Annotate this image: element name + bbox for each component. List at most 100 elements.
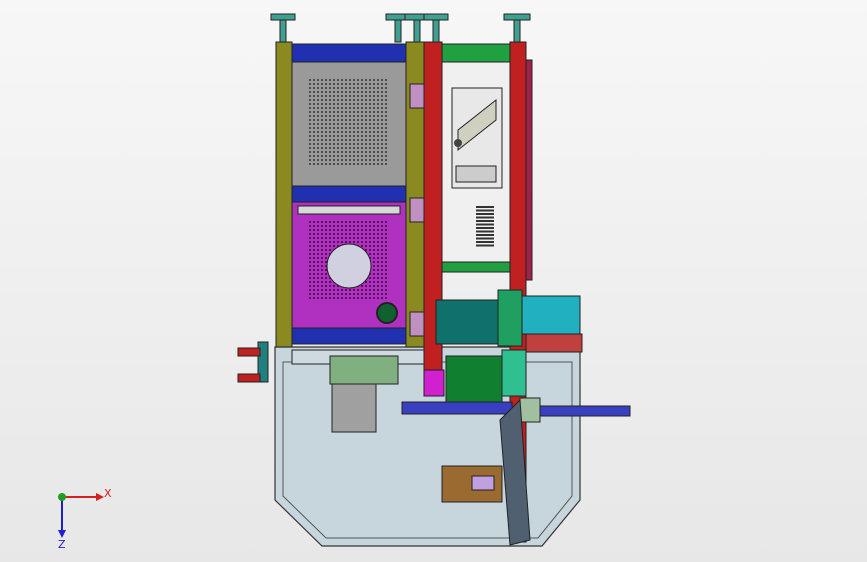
handle-lower[interactable] [237,373,261,383]
vent-dot [317,233,319,235]
vent-dot [309,261,311,263]
vent-dot [369,241,371,243]
magenta-block [423,369,445,397]
vent-dot [369,285,371,287]
vent-dot [337,163,339,165]
vent-dot [341,99,343,101]
vent-dot [317,99,319,101]
vent-dot [381,289,383,291]
vent-dot [353,135,355,137]
vent-dot [341,233,343,235]
vent-dot [361,289,363,291]
vent-dot [385,245,387,247]
vent-dot [333,107,335,109]
vent-dot [309,127,311,129]
vent-dot [345,225,347,227]
vent-dot [345,91,347,93]
vent-dot [313,107,315,109]
vent-dot [341,225,343,227]
vent-dot [373,143,375,145]
cad-3d-viewport[interactable]: X Z [0,0,867,562]
vent-dot [317,257,319,259]
vent-dot [349,151,351,153]
vent-dot [361,127,363,129]
vent-dot [321,237,323,239]
vent-dot [377,147,379,149]
vent-dot [325,233,327,235]
vent-dot [361,103,363,105]
vent-dot [377,285,379,287]
vent-dot [321,91,323,93]
vent-dot [381,87,383,89]
vent-dot [357,91,359,93]
vent-dot [345,155,347,157]
vent-dot [349,155,351,157]
vent-dot [365,151,367,153]
vent-dot [353,229,355,231]
vent-dot [385,241,387,243]
vent-dot [313,269,315,271]
vent-dot [381,107,383,109]
vent-dot [377,139,379,141]
vent-dot [381,233,383,235]
vent-dot [349,111,351,113]
vent-dot [313,253,315,255]
vent-dot [373,233,375,235]
vent-dot [353,91,355,93]
vent-dot [325,229,327,231]
vent-dot [329,163,331,165]
vent-dot [349,143,351,145]
vent-dot [329,233,331,235]
vent-dot [345,237,347,239]
vent-dot [385,281,387,283]
handle-upper[interactable] [237,347,261,357]
vent-dot [337,293,339,295]
vent-dot [345,115,347,117]
vent-dot [321,99,323,101]
vent-dot [345,87,347,89]
vent-dot [329,245,331,247]
rail-green-top [441,43,511,63]
vent-dot [309,115,311,117]
vent-dot [321,115,323,117]
vent-dot [329,289,331,291]
vent-dot [369,281,371,283]
vent-dot [381,131,383,133]
vent-dot [353,233,355,235]
vent-dot [309,139,311,141]
vent-dot [365,285,367,287]
vent-dot [337,159,339,161]
vent-dot [373,265,375,267]
vent-dot [329,225,331,227]
vent-dot [365,99,367,101]
vent-dot [325,115,327,117]
vent-dot [361,151,363,153]
vent-dot [313,277,315,279]
vent-dot [377,281,379,283]
vent-dot [377,95,379,97]
vent-dot [369,91,371,93]
vent-dot [353,79,355,81]
vent-dot [381,115,383,117]
vent-dot [365,95,367,97]
vent-dot [385,143,387,145]
vent-dot [309,269,311,271]
vent-dot [361,233,363,235]
vent-dot [357,297,359,299]
vent-dot [313,91,315,93]
vent-dot [309,155,311,157]
vent-dot [385,273,387,275]
vent-slot [476,213,494,215]
vent-dot [365,111,367,113]
vent-dot [361,107,363,109]
vent-dot [357,139,359,141]
vent-dot [361,83,363,85]
vent-dot [333,91,335,93]
vent-dot [373,159,375,161]
vent-dot [345,163,347,165]
vent-dot [385,297,387,299]
vent-dot [321,285,323,287]
vent-dot [369,147,371,149]
vent-dot [333,233,335,235]
vent-dot [361,155,363,157]
